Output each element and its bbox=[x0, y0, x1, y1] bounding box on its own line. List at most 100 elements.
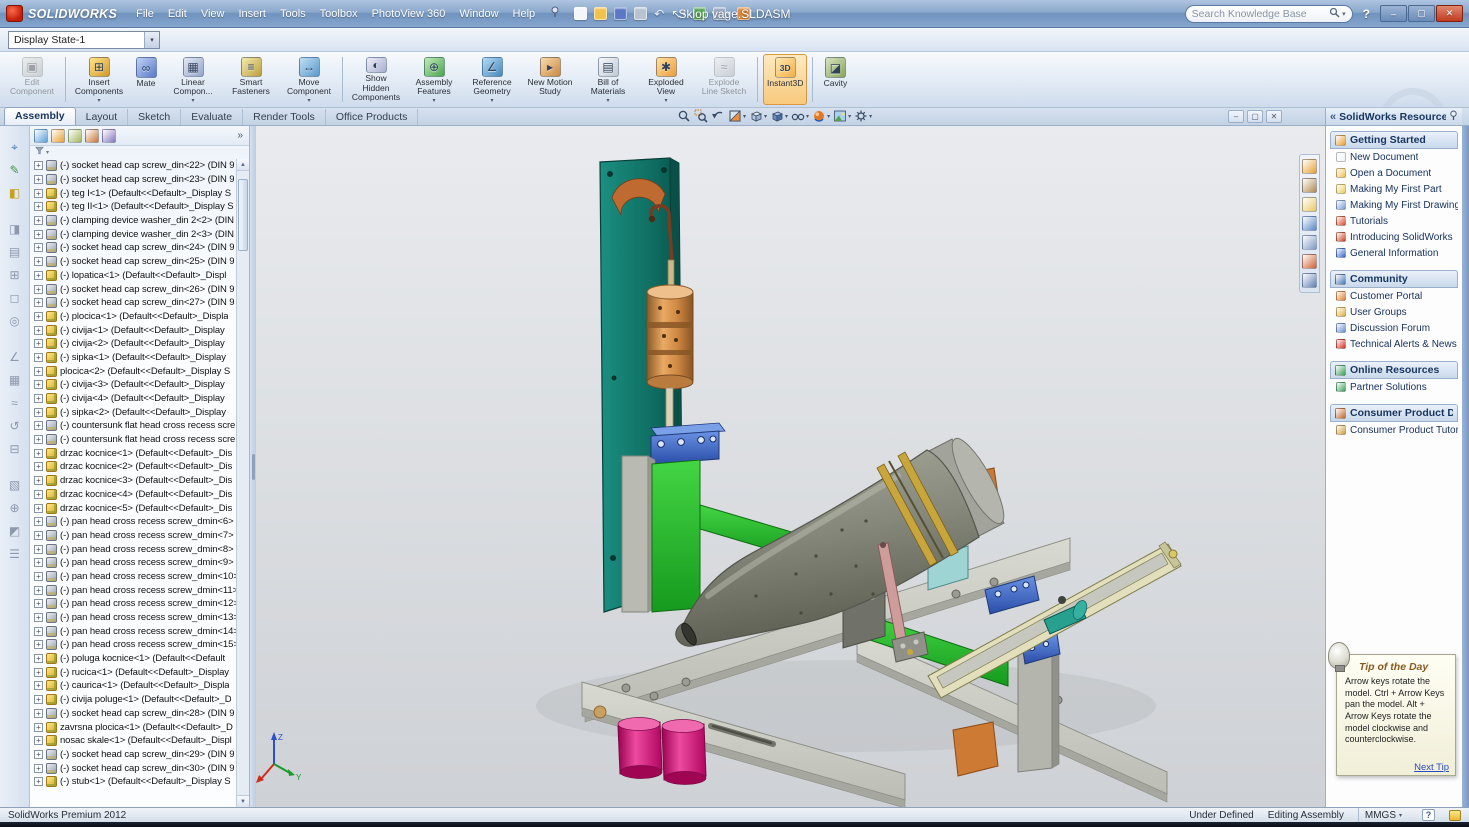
dropdown-caret-icon[interactable]: ▾ bbox=[144, 32, 159, 48]
smart-fasteners-button[interactable]: Smart Fasteners bbox=[223, 54, 279, 105]
minimize-button[interactable]: – bbox=[1380, 5, 1407, 22]
tab-office-products[interactable]: Office Products bbox=[326, 109, 419, 125]
expand-icon[interactable]: + bbox=[34, 230, 43, 239]
next-tip-link[interactable]: Next Tip bbox=[1414, 762, 1449, 773]
simulation-tool-icon[interactable]: ≈ bbox=[6, 394, 24, 412]
scroll-up-icon[interactable]: ▲ bbox=[237, 159, 249, 171]
expand-icon[interactable]: + bbox=[34, 750, 43, 759]
close-button[interactable]: ✕ bbox=[1436, 5, 1463, 22]
toolbar-overflow-icon[interactable]: » bbox=[237, 130, 245, 141]
file-explorer-tab-icon[interactable] bbox=[1302, 197, 1317, 212]
scrollbar-track[interactable] bbox=[237, 171, 249, 795]
link-open-a-document[interactable]: Open a Document bbox=[1330, 165, 1458, 181]
display-state-dropdown[interactable]: Display State-1 ▾ bbox=[8, 31, 160, 49]
expand-icon[interactable]: + bbox=[34, 531, 43, 540]
tree-item[interactable]: +zavrsna plocica<1> (Default<<Default>_D bbox=[34, 720, 236, 734]
resources-tab-icon[interactable] bbox=[1302, 159, 1317, 174]
expand-icon[interactable]: + bbox=[34, 285, 43, 294]
expand-icon[interactable]: + bbox=[34, 312, 43, 321]
tags-icon[interactable] bbox=[1449, 810, 1461, 821]
tree-item[interactable]: +(-) pan head cross recess screw_dmin<9> bbox=[34, 556, 236, 570]
tree-item[interactable]: +(-) pan head cross recess screw_dmin<6> bbox=[34, 515, 236, 529]
tree-item[interactable]: +(-) sipka<1> (Default<<Default>_Display bbox=[34, 351, 236, 365]
pin-pane-icon[interactable] bbox=[1449, 110, 1458, 124]
tree-item[interactable]: +(-) caurica<1> (Default<<Default>_Displ… bbox=[34, 679, 236, 693]
menu-toolbox[interactable]: Toolbox bbox=[313, 4, 365, 24]
expand-icon[interactable]: + bbox=[34, 558, 43, 567]
tree-item[interactable]: +(-) civija<1> (Default<<Default>_Displa… bbox=[34, 323, 236, 337]
linear-compon-button[interactable]: Linear Compon...▾ bbox=[165, 54, 221, 105]
tree-item[interactable]: +(-) pan head cross recess screw_dmin<11… bbox=[34, 583, 236, 597]
tree-item[interactable]: +(-) rucica<1> (Default<<Default>_Displa… bbox=[34, 665, 236, 679]
expand-icon[interactable]: + bbox=[34, 476, 43, 485]
tree-item[interactable]: +(-) sipka<2> (Default<<Default>_Display bbox=[34, 405, 236, 419]
sheetmetal-tool-icon[interactable]: ▤ bbox=[6, 243, 24, 261]
expand-icon[interactable]: + bbox=[34, 764, 43, 773]
measure-tool-icon[interactable]: ⊕ bbox=[6, 499, 24, 517]
custom-properties-tab-icon[interactable] bbox=[1302, 273, 1317, 288]
render-tool-icon[interactable]: ▦ bbox=[6, 371, 24, 389]
zoom-area-icon[interactable] bbox=[693, 109, 709, 123]
tree-item[interactable]: +(-) socket head cap screw_din<25> (DIN … bbox=[34, 255, 236, 269]
tree-item[interactable]: +(-) poluga kocnice<1> (Default<<Default bbox=[34, 652, 236, 666]
exploded-view-button[interactable]: Exploded View▾ bbox=[638, 54, 694, 105]
open-document-icon[interactable] bbox=[592, 6, 609, 21]
hide-show-items-icon[interactable]: ▾ bbox=[790, 109, 810, 123]
search-tab-icon[interactable] bbox=[1302, 216, 1317, 231]
tree-item[interactable]: +drzac kocnice<3> (Default<<Default>_Dis bbox=[34, 474, 236, 488]
collapse-pane-icon[interactable]: « bbox=[1330, 111, 1336, 123]
tree-item[interactable]: +nosac skale<1> (Default<<Default>_Displ bbox=[34, 734, 236, 748]
reference-geometry-button[interactable]: Reference Geometry▾ bbox=[464, 54, 520, 105]
expand-icon[interactable]: + bbox=[34, 326, 43, 335]
section-header-getting-started[interactable]: Getting Started bbox=[1330, 131, 1458, 149]
explode-line-sketch-button[interactable]: Explode Line Sketch bbox=[696, 54, 752, 105]
filter-caret-icon[interactable]: ▾ bbox=[46, 149, 49, 156]
tab-render-tools[interactable]: Render Tools bbox=[243, 109, 326, 125]
link-new-document[interactable]: New Document bbox=[1330, 149, 1458, 165]
tree-item[interactable]: +(-) socket head cap screw_din<27> (DIN … bbox=[34, 296, 236, 310]
menu-insert[interactable]: Insert bbox=[231, 4, 273, 24]
expand-icon[interactable]: + bbox=[34, 408, 43, 417]
tab-layout[interactable]: Layout bbox=[76, 109, 129, 125]
splitter-handle[interactable] bbox=[252, 454, 255, 480]
tree-item[interactable]: +(-) socket head cap screw_din<30> (DIN … bbox=[34, 761, 236, 775]
show-hidden-components-button[interactable]: Show Hidden Components bbox=[348, 54, 404, 105]
graphics-area[interactable]: Z X Y bbox=[256, 126, 1325, 807]
doc-restore-button[interactable]: ▢ bbox=[1247, 110, 1263, 123]
doc-close-button[interactable]: ✕ bbox=[1266, 110, 1282, 123]
expand-icon[interactable]: + bbox=[34, 189, 43, 198]
expand-icon[interactable]: + bbox=[34, 517, 43, 526]
tree-item[interactable]: +(-) pan head cross recess screw_dmin<12… bbox=[34, 597, 236, 611]
motion-tool-icon[interactable]: ↺ bbox=[6, 417, 24, 435]
tree-item[interactable]: +drzac kocnice<2> (Default<<Default>_Dis bbox=[34, 460, 236, 474]
expand-icon[interactable]: + bbox=[34, 723, 43, 732]
tree-item[interactable]: +(-) countersunk flat head cross recess … bbox=[34, 419, 236, 433]
section-header-consumer-product-desig[interactable]: Consumer Product Desig bbox=[1330, 404, 1458, 422]
help-icon[interactable]: ? bbox=[1359, 7, 1374, 21]
expand-icon[interactable]: + bbox=[34, 175, 43, 184]
tree-item[interactable]: +(-) clamping device washer_din 2<3> (DI… bbox=[34, 227, 236, 241]
tree-item[interactable]: +plocica<2> (Default<<Default>_Display S bbox=[34, 364, 236, 378]
tree-item[interactable]: +(-) pan head cross recess screw_dmin<10… bbox=[34, 570, 236, 584]
tree-item[interactable]: +(-) plocica<1> (Default<<Default>_Displ… bbox=[34, 310, 236, 324]
tree-item[interactable]: +(-) civija poluge<1> (Default<<Default>… bbox=[34, 693, 236, 707]
expand-icon[interactable]: + bbox=[34, 298, 43, 307]
tree-item[interactable]: +(-) countersunk flat head cross recess … bbox=[34, 433, 236, 447]
tree-item[interactable]: +(-) pan head cross recess screw_dmin<13… bbox=[34, 611, 236, 625]
menu-file[interactable]: File bbox=[129, 4, 161, 24]
tree-scrollbar[interactable]: ▲ ▼ bbox=[236, 159, 249, 807]
save-icon[interactable] bbox=[612, 6, 629, 21]
doc-minimize-button[interactable]: – bbox=[1228, 110, 1244, 123]
appearances-tab-icon[interactable] bbox=[1302, 254, 1317, 269]
expand-icon[interactable]: + bbox=[34, 462, 43, 471]
expand-icon[interactable]: + bbox=[34, 394, 43, 403]
tree-item[interactable]: +(-) civija<4> (Default<<Default>_Displa… bbox=[34, 392, 236, 406]
link-partner-solutions[interactable]: Partner Solutions bbox=[1330, 379, 1458, 395]
link-making-my-first-drawing[interactable]: Making My First Drawing bbox=[1330, 197, 1458, 213]
section-header-community[interactable]: Community bbox=[1330, 270, 1458, 288]
tree-item[interactable]: +(-) teg II<1> (Default<<Default>_Displa… bbox=[34, 200, 236, 214]
expand-icon[interactable]: + bbox=[34, 572, 43, 581]
dimxpertmanager-tab-icon[interactable] bbox=[85, 129, 99, 143]
menu-edit[interactable]: Edit bbox=[161, 4, 194, 24]
apply-scene-icon[interactable]: ▾ bbox=[832, 109, 852, 123]
